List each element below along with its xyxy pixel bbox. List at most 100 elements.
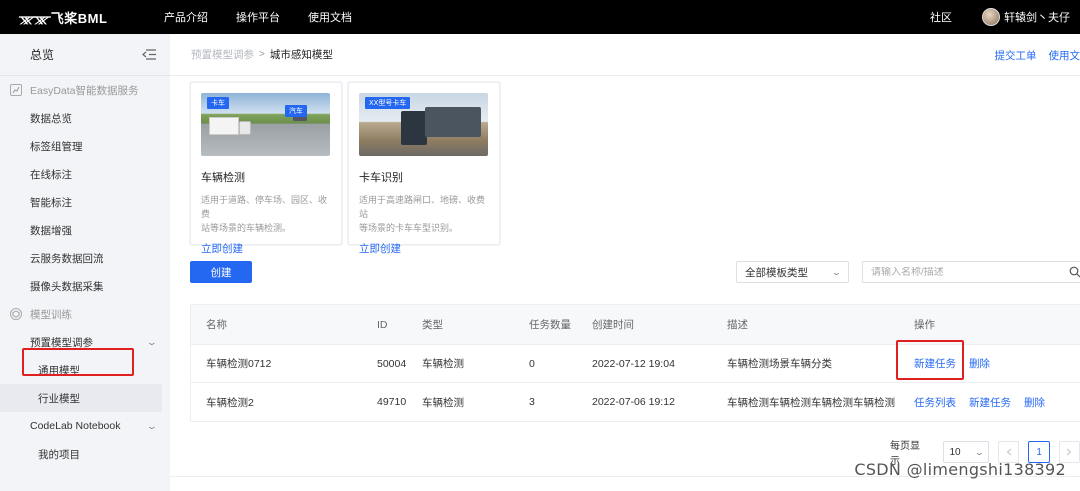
row-actions: 任务列表 新建任务 删除 — [914, 395, 1058, 410]
breadcrumb: 预置模型调参 > 城市感知模型 — [170, 34, 1080, 76]
sidebar-item-cloud-data-reflow[interactable]: 云服务数据回流 — [0, 244, 170, 272]
column-header-name: 名称 — [206, 319, 227, 331]
page-size-value: 10 — [949, 446, 961, 458]
row-id: 49710 — [377, 396, 407, 408]
card-description: 适用于道路、停车场、园区、收费 站等场景的车辆检测。 — [201, 193, 331, 235]
table-header-row: 名称 ID 类型 任务数量 创建时间 描述 操作 — [191, 305, 1080, 345]
sidebar-group-label: 预置模型调参 — [30, 336, 93, 349]
table-row: 车辆检测0712 50004 车辆检测 0 2022-07-12 19:04 车… — [191, 345, 1080, 383]
truck-recognition-thumbnail: XX型号卡车 — [359, 93, 488, 156]
card-desc-line: 适用于道路、停车场、园区、收费 — [201, 195, 328, 219]
sidebar-group-codelab[interactable]: CodeLab Notebook ⌄ — [0, 412, 170, 440]
chevron-down-icon: ⌄ — [146, 336, 159, 347]
nav-docs[interactable]: 使用文档 — [308, 9, 352, 25]
header-links: 提交工单 使用文 — [983, 48, 1080, 63]
sidebar-item-online-labeling[interactable]: 在线标注 — [0, 160, 170, 188]
card-create-link[interactable]: 立即创建 — [201, 241, 331, 256]
card-create-link[interactable]: 立即创建 — [359, 241, 489, 256]
top-nav: 产品介绍 操作平台 使用文档 — [164, 9, 380, 25]
main-content: 预置模型调参 > 城市感知模型 提交工单 使用文 卡车 汽车 车辆检测 适用于道… — [170, 34, 1080, 491]
row-id: 50004 — [377, 357, 407, 370]
column-header-created: 创建时间 — [592, 319, 634, 331]
column-header-description: 描述 — [727, 319, 748, 331]
column-header-task-count: 任务数量 — [529, 319, 571, 331]
row-name[interactable]: 车辆检测0712 — [206, 356, 271, 371]
sidebar-item-camera-collection[interactable]: 摄像头数据采集 — [0, 272, 170, 300]
delete-link[interactable]: 删除 — [969, 358, 990, 370]
sidebar-group-preset-tuning[interactable]: 预置模型调参 ⌄ — [0, 328, 170, 356]
table-row: 车辆检测2 49710 车辆检测 3 2022-07-06 19:12 车辆检测… — [191, 383, 1080, 421]
card-desc-line: 站等场景的车辆检测。 — [201, 223, 292, 233]
breadcrumb-current: 城市感知模型 — [269, 49, 333, 61]
breadcrumb-separator-icon: > — [259, 49, 265, 60]
card-tag: XX型号卡车 — [365, 97, 411, 109]
chevron-left-icon — [1006, 448, 1012, 456]
row-description: 车辆检测场景车辆分类 — [727, 358, 832, 370]
task-list-link[interactable]: 任务列表 — [914, 397, 956, 409]
nav-community[interactable]: 社区 — [930, 9, 952, 25]
sidebar-section-label: EasyData智能数据服务 — [30, 84, 139, 97]
card-tag: 卡车 — [207, 97, 229, 109]
card-desc-line: 等场景的卡车车型识别。 — [359, 223, 459, 233]
vehicle-detection-thumbnail: 卡车 汽车 — [201, 93, 330, 156]
card-description: 适用于高速路闸口、地磅、收费站 等场景的卡车车型识别。 — [359, 193, 489, 235]
sidebar-item-data-augmentation[interactable]: 数据增强 — [0, 216, 170, 244]
delete-link[interactable]: 删除 — [1024, 397, 1045, 409]
nav-platform[interactable]: 操作平台 — [236, 9, 280, 25]
template-card-vehicle-detection: 卡车 汽车 车辆检测 适用于道路、停车场、园区、收费 站等场景的车辆检测。 立即… — [190, 82, 342, 255]
row-description: 车辆检测车辆检测车辆检测车辆检测 — [727, 396, 895, 409]
sidebar-section-label: 模型训练 — [30, 308, 72, 321]
sidebar-item-general-model[interactable]: 通用模型 — [0, 356, 170, 384]
top-navbar: ᚘᚘ 飞桨BML 产品介绍 操作平台 使用文档 社区 轩辕剑丶夫仔 — [0, 0, 1080, 34]
new-task-link[interactable]: 新建任务 — [969, 397, 1011, 409]
sidebar-item-data-overview[interactable]: 数据总览 — [0, 104, 170, 132]
sidebar-group-label: CodeLab Notebook — [30, 420, 121, 432]
logo[interactable]: ᚘᚘ 飞桨BML — [18, 8, 128, 27]
search-icon[interactable] — [1069, 266, 1080, 278]
avatar[interactable] — [982, 8, 1000, 26]
card-title: 卡车识别 — [359, 172, 403, 184]
chart-icon — [10, 84, 22, 96]
create-button[interactable]: 创建 — [190, 261, 252, 283]
chevron-down-icon: ⌄ — [146, 420, 159, 431]
cube-icon — [10, 308, 22, 320]
template-card-truck-recognition: XX型号卡车 卡车识别 适用于高速路闸口、地磅、收费站 等场景的卡车车型识别。 … — [348, 82, 500, 255]
column-header-type: 类型 — [422, 319, 443, 331]
nav-product-intro[interactable]: 产品介绍 — [164, 9, 208, 25]
template-type-value: 全部模板类型 — [745, 266, 808, 279]
row-created: 2022-07-12 19:04 — [592, 357, 675, 370]
search-box — [862, 261, 1080, 283]
model-table: 名称 ID 类型 任务数量 创建时间 描述 操作 车辆检测0712 50004 … — [190, 304, 1080, 422]
sidebar-title[interactable]: 总览 — [30, 46, 54, 63]
chevron-down-icon: ⌄ — [831, 267, 843, 277]
row-name[interactable]: 车辆检测2 — [206, 395, 254, 410]
sidebar-section-training: 模型训练 — [0, 300, 170, 328]
sidebar: 总览 EasyData智能数据服务 数据总览 标签组管理 在线标注 智能标注 数… — [0, 34, 170, 491]
sidebar-item-label-groups[interactable]: 标签组管理 — [0, 132, 170, 160]
breadcrumb-prev[interactable]: 预置模型调参 — [191, 47, 254, 62]
brand-name: 飞桨BML — [50, 10, 108, 26]
row-type: 车辆检测 — [422, 358, 464, 370]
template-type-select[interactable]: 全部模板类型 ⌄ — [736, 261, 849, 283]
collapse-menu-icon[interactable] — [142, 47, 156, 63]
search-input[interactable] — [871, 266, 1061, 278]
top-right-area: 社区 轩辕剑丶夫仔 — [930, 0, 1070, 34]
column-header-actions: 操作 — [914, 319, 935, 331]
sidebar-header: 总览 — [0, 34, 170, 76]
chevron-right-icon — [1066, 448, 1072, 456]
submit-ticket-link[interactable]: 提交工单 — [995, 48, 1037, 63]
row-actions: 新建任务 删除 — [914, 356, 1003, 371]
new-task-link[interactable]: 新建任务 — [914, 358, 956, 370]
watermark: CSDN @limengshi138392 — [854, 460, 1066, 479]
row-task-count: 0 — [529, 357, 535, 370]
username[interactable]: 轩辕剑丶夫仔 — [1004, 9, 1070, 25]
sidebar-item-my-projects[interactable]: 我的项目 — [0, 440, 170, 468]
sidebar-item-industry-model[interactable]: 行业模型 — [0, 384, 162, 412]
sidebar-item-smart-labeling[interactable]: 智能标注 — [0, 188, 170, 216]
paddle-logo-icon: ᚘᚘ — [18, 9, 50, 25]
card-tag: 汽车 — [285, 105, 307, 117]
docs-link[interactable]: 使用文 — [1049, 48, 1080, 63]
row-task-count: 3 — [529, 396, 535, 408]
row-type: 车辆检测 — [422, 396, 464, 409]
column-header-id: ID — [377, 318, 388, 331]
